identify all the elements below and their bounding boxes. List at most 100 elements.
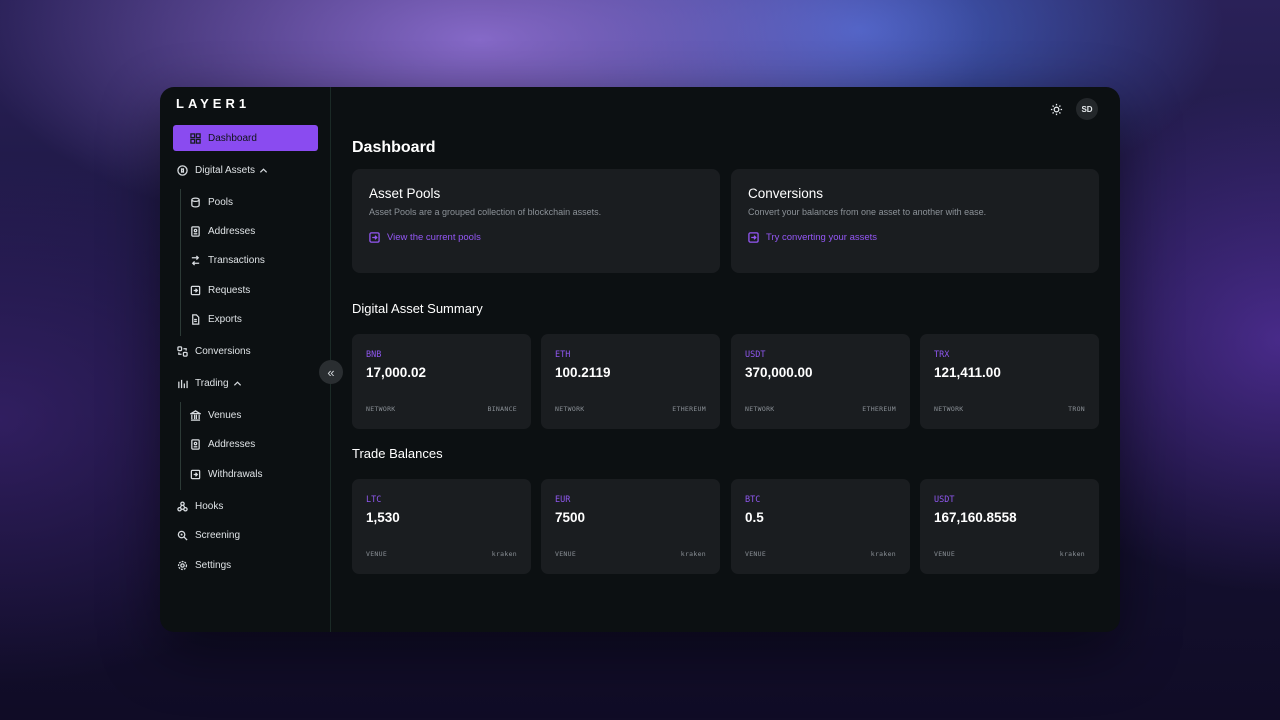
asset-value: 1,530 <box>366 510 400 525</box>
page-title: Dashboard <box>352 139 436 156</box>
chevron-up-icon <box>233 379 242 388</box>
try-converting-link[interactable]: Try converting your assets <box>748 232 1082 243</box>
sun-icon[interactable] <box>1047 100 1065 118</box>
section-title-digital-asset-summary: Digital Asset Summary <box>352 301 483 316</box>
sidebar-item-trading[interactable]: Trading <box>176 370 242 396</box>
asset-symbol: EUR <box>555 495 571 505</box>
trade-card-btc[interactable]: BTC 0.5 VENUE kraken <box>731 479 910 574</box>
venue-label: VENUE <box>745 550 767 558</box>
arrow-in-box-icon <box>748 232 759 243</box>
main-content: SD Dashboard Asset Pools Asset Pools are… <box>332 87 1120 632</box>
trade-card-eur[interactable]: EUR 7500 VENUE kraken <box>541 479 720 574</box>
venue-value: kraken <box>491 550 517 558</box>
asset-symbol: ETH <box>555 350 571 360</box>
section-title-trade-balances: Trade Balances <box>352 446 443 461</box>
view-pools-link[interactable]: View the current pools <box>369 232 703 243</box>
venue-value: kraken <box>680 550 706 558</box>
venue-label: VENUE <box>555 550 577 558</box>
sidebar-item-settings[interactable]: Settings <box>176 552 231 578</box>
card-description: Asset Pools are a grouped collection of … <box>369 207 602 217</box>
asset-card-eth[interactable]: ETH 100.2119 NETWORK ETHEREUM <box>541 334 720 429</box>
gear-icon <box>176 559 188 571</box>
asset-value: 121,411.00 <box>934 365 1001 380</box>
search-icon <box>176 529 188 541</box>
asset-symbol: LTC <box>366 495 382 505</box>
asset-symbol: USDT <box>934 495 955 505</box>
sidebar-item-transactions[interactable]: Transactions <box>189 247 265 273</box>
asset-pools-card: Asset Pools Asset Pools are a grouped co… <box>352 169 720 273</box>
sidebar-item-label: Transactions <box>208 254 265 266</box>
sidebar-item-pools[interactable]: Pools <box>189 189 233 215</box>
asset-symbol: BTC <box>745 495 761 505</box>
avatar[interactable]: SD <box>1076 98 1098 120</box>
grid-icon <box>189 132 201 144</box>
sidebar-item-label: Withdrawals <box>208 468 263 480</box>
network-label: NETWORK <box>934 405 964 413</box>
asset-card-trx[interactable]: TRX 121,411.00 NETWORK TRON <box>920 334 1099 429</box>
convert-icon <box>176 345 188 357</box>
asset-value: 100.2119 <box>555 365 611 380</box>
asset-value: 167,160.8558 <box>934 510 1017 525</box>
asset-value: 7500 <box>555 510 586 525</box>
asset-symbol: BNB <box>366 350 382 360</box>
card-description: Convert your balances from one asset to … <box>748 207 987 217</box>
database-icon <box>189 196 201 208</box>
app-window: LAYER1 Dashboard Digital Assets Pools Ad… <box>160 87 1120 632</box>
venue-label: VENUE <box>366 550 388 558</box>
asset-symbol: TRX <box>934 350 950 360</box>
network-value: BINANCE <box>487 405 517 413</box>
sidebar-item-withdrawals[interactable]: Withdrawals <box>189 461 262 487</box>
sidebar-item-hooks[interactable]: Hooks <box>176 493 223 519</box>
withdraw-icon <box>189 468 201 480</box>
conversions-card: Conversions Convert your balances from o… <box>731 169 1099 273</box>
sidebar-item-conversions[interactable]: Conversions <box>176 338 251 364</box>
card-title: Asset Pools <box>369 186 441 201</box>
sidebar-item-label: Settings <box>195 559 232 571</box>
sidebar-item-label: Screening <box>195 529 241 541</box>
sidebar-item-exports[interactable]: Exports <box>189 306 242 332</box>
asset-card-usdt[interactable]: USDT 370,000.00 NETWORK ETHEREUM <box>731 334 910 429</box>
sidebar-item-label: Digital Assets <box>195 164 256 176</box>
network-value: ETHEREUM <box>672 405 706 413</box>
sidebar-item-label: Dashboard <box>208 132 257 144</box>
sidebar-item-label: Conversions <box>195 345 251 357</box>
transfer-icon <box>189 254 201 266</box>
request-icon <box>189 284 201 296</box>
file-icon <box>189 313 201 325</box>
trade-card-usdt[interactable]: USDT 167,160.8558 VENUE kraken <box>920 479 1099 574</box>
sidebar-item-addresses[interactable]: Addresses <box>189 218 255 244</box>
network-label: NETWORK <box>555 405 585 413</box>
venue-value: kraken <box>870 550 896 558</box>
sidebar-item-digital-assets[interactable]: Digital Assets <box>176 157 268 183</box>
sidebar-item-label: Pools <box>208 196 234 208</box>
asset-card-bnb[interactable]: BNB 17,000.02 NETWORK BINANCE <box>352 334 531 429</box>
sidebar-item-venues[interactable]: Venues <box>189 402 241 428</box>
asset-value: 17,000.02 <box>366 365 427 380</box>
link-label: View the current pools <box>387 232 481 243</box>
card-title: Conversions <box>748 186 824 201</box>
link-label: Try converting your assets <box>766 232 878 243</box>
venue-value: kraken <box>1059 550 1085 558</box>
sidebar-item-label: Addresses <box>208 438 256 450</box>
sidebar-item-requests[interactable]: Requests <box>189 277 250 303</box>
webhook-icon <box>176 500 188 512</box>
sidebar: LAYER1 Dashboard Digital Assets Pools Ad… <box>160 87 331 632</box>
coin-icon <box>176 164 188 176</box>
sidebar-item-dashboard[interactable]: Dashboard <box>173 125 318 151</box>
sidebar-item-label: Requests <box>208 284 251 296</box>
network-label: NETWORK <box>745 405 775 413</box>
chevron-up-icon <box>259 166 268 175</box>
sidebar-item-label: Hooks <box>195 500 224 512</box>
address-book-icon <box>189 438 201 450</box>
collapse-sidebar-button[interactable]: « <box>319 360 343 384</box>
network-value: TRON <box>1068 405 1085 413</box>
bank-icon <box>189 409 201 421</box>
address-book-icon <box>189 225 201 237</box>
sidebar-item-label: Exports <box>208 313 242 325</box>
sidebar-item-screening[interactable]: Screening <box>176 522 240 548</box>
sidebar-item-label: Trading <box>195 377 229 389</box>
network-value: ETHEREUM <box>862 405 896 413</box>
sidebar-item-trading-addresses[interactable]: Addresses <box>189 431 255 457</box>
trade-card-ltc[interactable]: LTC 1,530 VENUE kraken <box>352 479 531 574</box>
tree-line <box>180 189 181 336</box>
